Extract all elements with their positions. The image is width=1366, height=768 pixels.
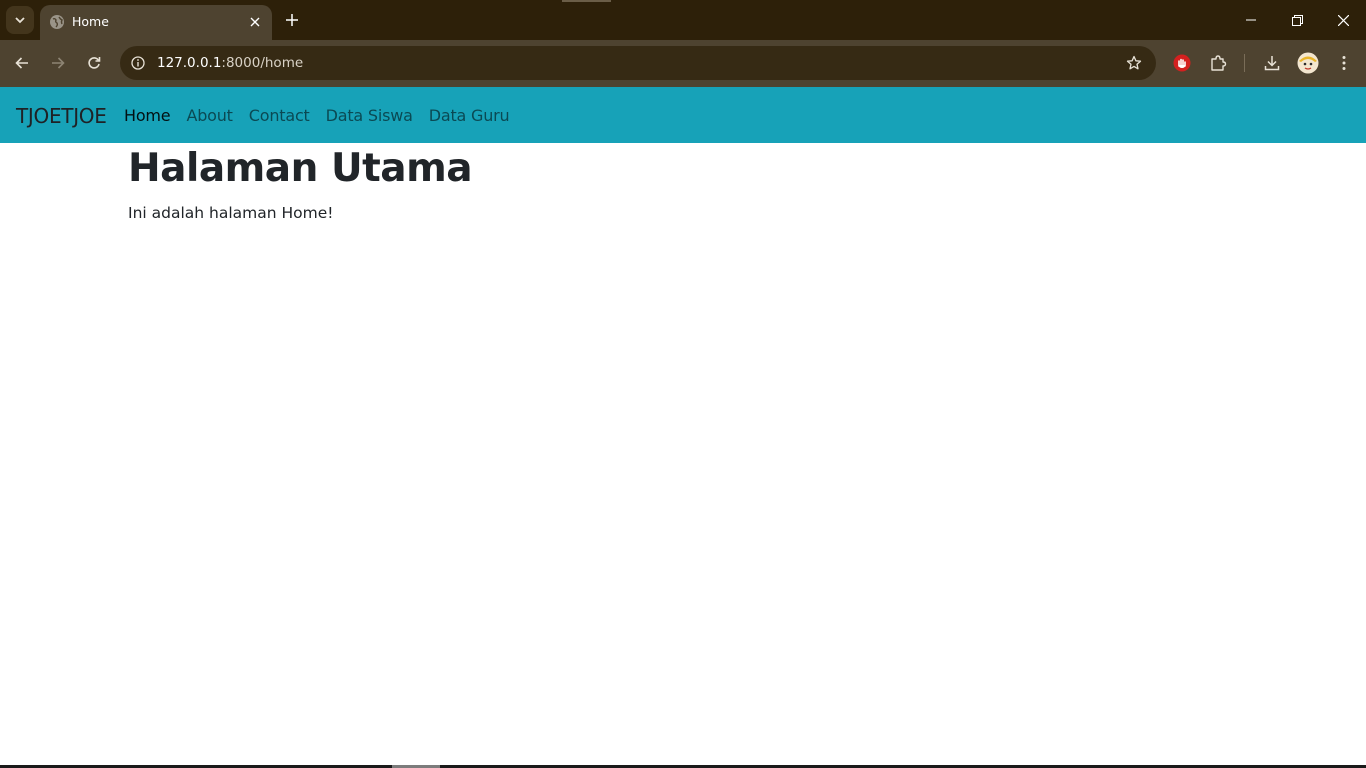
- nav-link-home[interactable]: Home: [124, 106, 171, 126]
- reload-button[interactable]: [80, 49, 108, 77]
- tab-strip-indicator: [562, 0, 611, 2]
- navbar-brand[interactable]: TJOETJOE: [16, 104, 107, 128]
- window-close-icon: [1337, 14, 1349, 26]
- extensions-button[interactable]: [1206, 51, 1230, 75]
- window-close-button[interactable]: [1320, 0, 1366, 40]
- address-bar[interactable]: 127.0.0.1:8000/home: [120, 46, 1156, 80]
- downloads-button[interactable]: [1260, 51, 1284, 75]
- reload-icon: [88, 57, 101, 69]
- nav-link-data-guru[interactable]: Data Guru: [429, 106, 510, 126]
- page-description: Ini adalah halaman Home!: [128, 204, 334, 222]
- browser-toolbar: 127.0.0.1:8000/home: [0, 40, 1366, 87]
- page-title: Halaman Utama: [128, 146, 473, 191]
- browser-menu-button[interactable]: [1332, 51, 1356, 75]
- site-navbar: TJOETJOE Home About Contact Data Siswa D…: [0, 87, 1366, 143]
- forward-button[interactable]: [44, 49, 72, 77]
- main-content: Halaman Utama Ini adalah halaman Home!: [128, 146, 473, 223]
- restore-icon: [1291, 14, 1303, 26]
- tab-search-icon: [15, 17, 25, 24]
- site-info-button[interactable]: [128, 53, 148, 73]
- avatar-icon: [1297, 52, 1319, 74]
- toolbar-separator: [1244, 54, 1245, 72]
- close-icon: [250, 17, 260, 27]
- bookmark-star-button[interactable]: [1124, 53, 1144, 73]
- nav-link-contact[interactable]: Contact: [249, 106, 310, 126]
- back-arrow-icon: [15, 57, 28, 69]
- extension-button-red[interactable]: [1170, 51, 1194, 75]
- profile-button[interactable]: [1296, 51, 1320, 75]
- star-icon: [1126, 55, 1142, 70]
- tab-title: Home: [72, 14, 109, 29]
- nav-links: Home About Contact Data Siswa Data Guru: [124, 106, 510, 126]
- info-icon: [131, 56, 145, 70]
- red-hand-extension-icon: [1173, 54, 1191, 72]
- window-minimize-button[interactable]: [1228, 0, 1274, 40]
- back-button[interactable]: [8, 49, 36, 77]
- plus-icon: [286, 14, 298, 26]
- download-icon: [1264, 56, 1280, 71]
- minimize-icon: [1246, 19, 1256, 21]
- forward-arrow-icon: [52, 57, 65, 69]
- new-tab-button[interactable]: [281, 9, 303, 31]
- url-host: 127.0.0.1: [157, 55, 222, 71]
- kebab-menu-icon: [1342, 56, 1346, 70]
- tab-close-button[interactable]: [246, 13, 264, 31]
- nav-link-data-siswa[interactable]: Data Siswa: [326, 106, 413, 126]
- url-path: :8000/home: [221, 55, 304, 71]
- tab-strip: Home: [0, 0, 1366, 40]
- tab-search-button[interactable]: [6, 6, 34, 34]
- window-restore-button[interactable]: [1274, 0, 1320, 40]
- puzzle-icon: [1211, 55, 1227, 71]
- url-text[interactable]: 127.0.0.1:8000/home: [157, 55, 303, 71]
- browser-tab-home[interactable]: Home: [40, 5, 272, 40]
- nav-link-about[interactable]: About: [186, 106, 233, 126]
- globe-icon: [50, 15, 64, 29]
